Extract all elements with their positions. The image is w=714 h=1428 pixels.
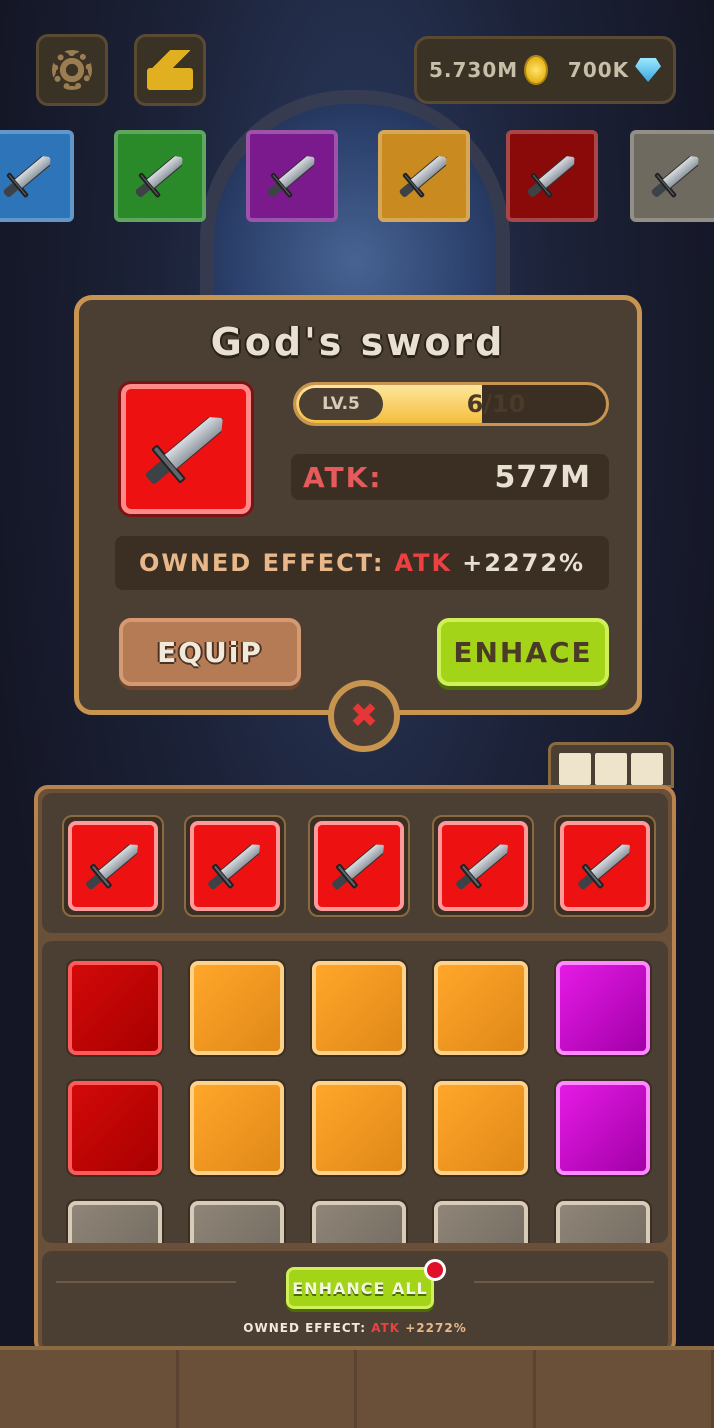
nav-tab[interactable] [179,1350,357,1428]
weapon-strip-slot [114,130,206,222]
weapon-title: God's sword [210,320,506,364]
equip-button[interactable]: EQUiP [119,618,301,686]
sword-icon [1,152,55,200]
diamond-gem-icon [635,58,661,82]
sword-icon [454,840,513,892]
inventory-cell-gray[interactable] [190,1201,284,1243]
sword-icon [84,840,143,892]
crown-rank-icon [147,50,193,90]
inventory-cell-orange[interactable] [434,1081,528,1175]
sword-icon [649,152,703,200]
enhance-all-button[interactable]: ENHANCE ALL [286,1267,434,1309]
inventory-cell-orange[interactable] [434,961,528,1055]
equipped-slot[interactable] [432,815,534,917]
notification-dot [424,1259,446,1281]
bottom-nav-bar [0,1346,714,1428]
atk-label: ATK: [303,460,383,494]
inventory-cell-purple[interactable] [556,1081,650,1175]
owned-effect-stat: ATK [394,549,453,577]
bottom-owned-value: +2272% [405,1321,467,1335]
sword-icon [206,840,265,892]
level-progress-text: 6/10 [466,390,526,418]
tab-icon-block [631,753,663,785]
inventory-cell-orange[interactable] [190,961,284,1055]
level-progress-bar: LV.5 6/10 [293,382,609,426]
sword-icon [330,840,389,892]
inventory-tab[interactable] [548,742,674,788]
weapon-strip-slot [0,130,74,222]
bottom-owned-stat: ATK [371,1321,401,1335]
ornament-left [56,1281,236,1297]
sword-icon [133,152,187,200]
bottom-owned-label: OWNED EFFECT: [243,1321,367,1335]
tab-icon-block [559,753,591,785]
currency-display: 5.730M 700K [414,36,676,104]
settings-button[interactable] [36,34,108,106]
owned-effect-row: OWNED EFFECT: ATK +2272% [115,536,609,590]
inventory-cell-gray[interactable] [68,1201,162,1243]
owned-effect-label: OWNED EFFECT: [138,549,385,577]
equipped-slot[interactable] [308,815,410,917]
sword-icon [397,152,451,200]
inventory-cell-purple[interactable] [556,961,650,1055]
inventory-cell-gray[interactable] [312,1201,406,1243]
weapon-strip-slot [378,130,470,222]
inventory-cell-red[interactable] [68,961,162,1055]
ornament-right [474,1281,654,1297]
owned-effect-value: +2272% [462,549,586,577]
close-popup-button[interactable]: ✖ [328,680,400,752]
inventory-cell-gray[interactable] [556,1201,650,1243]
ranking-button[interactable] [134,34,206,106]
equipped-slot[interactable] [62,815,164,917]
atk-value: 577M [494,459,591,495]
inventory-panel: ENHANCE ALL OWNED EFFECT: ATK +2272% [34,785,676,1355]
inventory-cell-orange[interactable] [190,1081,284,1175]
settings-gear-icon [52,50,92,90]
equipped-slot[interactable] [554,815,656,917]
weapon-detail-popup: God's sword LV.5 6/10 ATK: 577M OWNED EF… [74,295,642,715]
weapon-strip-slot [630,130,714,222]
atk-stat-row: ATK: 577M [291,454,609,500]
bottom-owned-effect: OWNED EFFECT: ATK +2272% [42,1321,668,1335]
sword-icon [576,840,635,892]
weapon-strip-slot [506,130,598,222]
equipped-row [42,793,668,933]
inventory-cell-red[interactable] [68,1081,162,1175]
gem-amount: 700K [567,58,630,82]
tab-icon-block [595,753,627,785]
inventory-cell-gray[interactable] [434,1201,528,1243]
gold-amount: 5.730M [429,58,519,82]
equipped-slot[interactable] [184,815,286,917]
inventory-cell-orange[interactable] [312,961,406,1055]
enhance-all-section: ENHANCE ALL OWNED EFFECT: ATK +2272% [42,1251,668,1351]
nav-tab[interactable] [536,1350,714,1428]
level-badge: LV.5 [299,388,383,420]
weapon-strip-slot [246,130,338,222]
inventory-cell-orange[interactable] [312,1081,406,1175]
weapon-icon-box [121,384,251,514]
sword-icon [143,410,230,487]
gold-coin-icon [524,55,548,85]
sword-icon [525,152,579,200]
weapon-grid [42,941,668,1243]
nav-tab[interactable] [357,1350,536,1428]
enhance-button[interactable]: ENHACE [437,618,609,686]
close-icon: ✖ [349,696,379,736]
nav-tab[interactable] [0,1350,179,1428]
sword-icon [265,152,319,200]
